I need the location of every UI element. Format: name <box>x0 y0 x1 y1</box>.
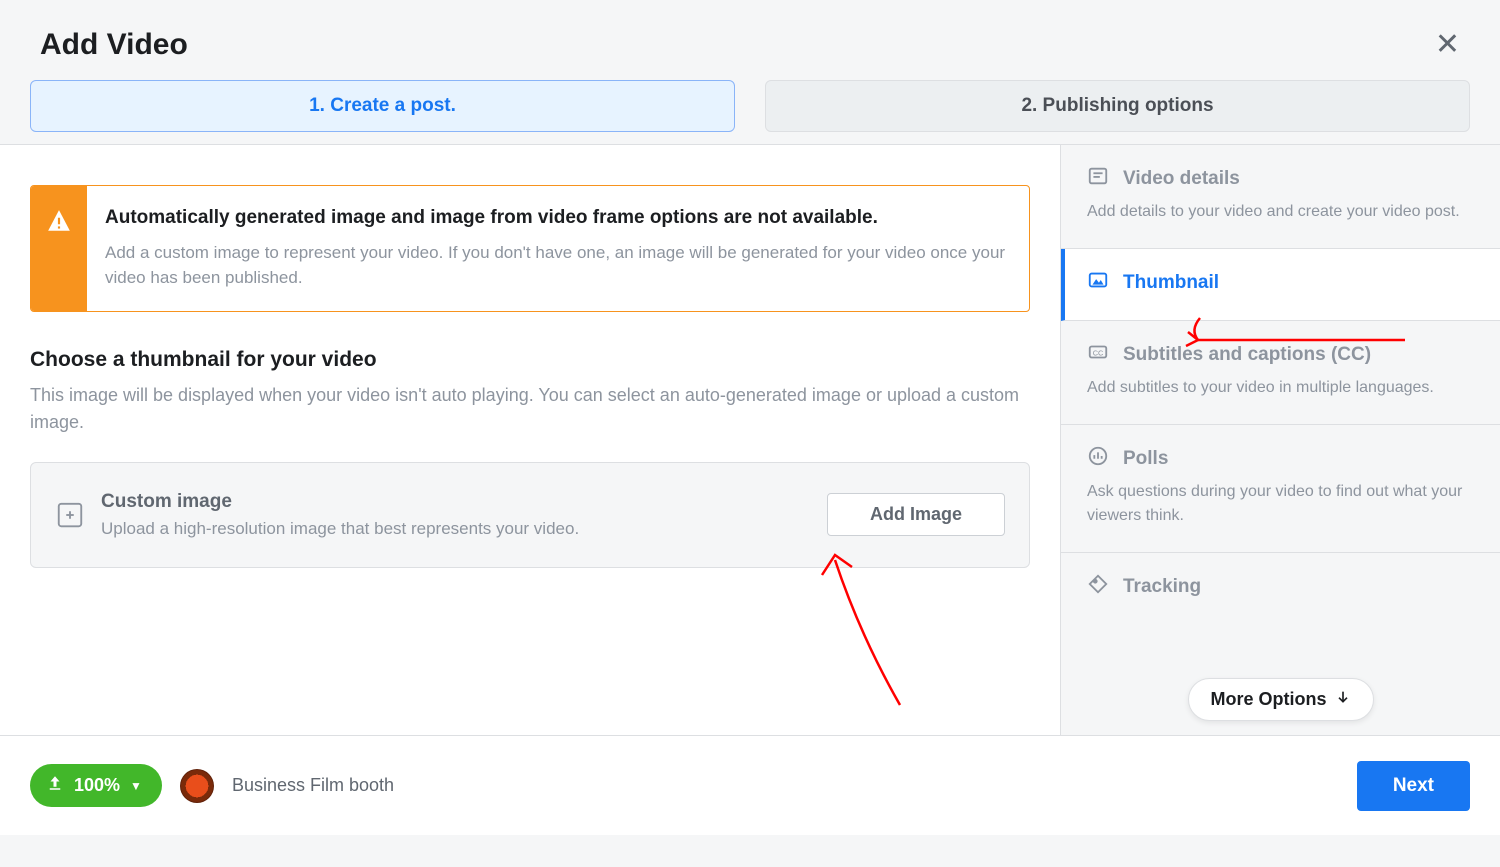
tab-publishing-options[interactable]: 2. Publishing options <box>765 80 1470 132</box>
arrow-down-icon <box>1335 689 1351 710</box>
main-column: Automatically generated image and image … <box>0 145 1060 735</box>
tab-create-post[interactable]: 1. Create a post. <box>30 80 735 132</box>
svg-text:CC: CC <box>1093 349 1104 358</box>
add-image-button[interactable]: Add Image <box>827 493 1005 536</box>
tag-icon <box>1087 573 1109 600</box>
sidebar-item-description: Ask questions during your video to find … <box>1087 480 1474 528</box>
dialog-header: Add Video ✕ <box>0 0 1500 80</box>
sidebar-item-thumbnail[interactable]: Thumbnail <box>1061 249 1500 321</box>
sidebar-item-label: Polls <box>1123 448 1168 470</box>
dialog-title: Add Video <box>40 28 188 62</box>
tab-label: 1. Create a post. <box>309 95 456 116</box>
warning-description: Add a custom image to represent your vid… <box>105 240 1007 291</box>
sidebar-item-label: Tracking <box>1123 576 1201 598</box>
custom-image-description: Upload a high-resolution image that best… <box>101 519 811 539</box>
thumbnail-section-title: Choose a thumbnail for your video <box>30 348 1030 372</box>
dialog-body: Automatically generated image and image … <box>0 145 1500 735</box>
sidebar-item-video-details[interactable]: Video details Add details to your video … <box>1061 145 1500 249</box>
caret-down-icon: ▼ <box>130 779 142 793</box>
account-avatar[interactable] <box>180 769 214 803</box>
sidebar-item-polls[interactable]: Polls Ask questions during your video to… <box>1061 425 1500 553</box>
sidebar-item-subtitles[interactable]: CC Subtitles and captions (CC) Add subti… <box>1061 321 1500 425</box>
more-options-button[interactable]: More Options <box>1188 678 1374 721</box>
upload-percent: 100% <box>74 775 120 796</box>
cc-icon: CC <box>1087 341 1109 368</box>
warning-banner: Automatically generated image and image … <box>30 185 1030 312</box>
button-label: Add Image <box>870 504 962 524</box>
poll-icon <box>1087 445 1109 472</box>
add-image-icon <box>55 500 85 530</box>
dialog-footer: 100% ▼ Business Film booth Next <box>0 735 1500 835</box>
warning-icon <box>31 186 87 311</box>
sidebar-item-label: Thumbnail <box>1123 272 1219 294</box>
upload-icon <box>46 774 64 797</box>
settings-sidebar: Video details Add details to your video … <box>1060 145 1500 735</box>
sidebar-item-description: Add details to your video and create you… <box>1087 200 1474 224</box>
close-icon[interactable]: ✕ <box>1435 30 1460 60</box>
sidebar-item-tracking[interactable]: Tracking <box>1061 553 1500 640</box>
sidebar-item-description: Add subtitles to your video in multiple … <box>1087 376 1474 400</box>
details-icon <box>1087 165 1109 192</box>
tab-label: 2. Publishing options <box>1021 95 1213 116</box>
warning-title: Automatically generated image and image … <box>105 204 1007 232</box>
custom-image-card: Custom image Upload a high-resolution im… <box>30 462 1030 568</box>
next-button[interactable]: Next <box>1357 761 1470 811</box>
sidebar-item-label: Video details <box>1123 168 1240 190</box>
image-icon <box>1087 269 1109 296</box>
custom-image-title: Custom image <box>101 491 811 513</box>
step-tabs: 1. Create a post. 2. Publishing options <box>0 80 1500 145</box>
account-name: Business Film booth <box>232 775 394 796</box>
upload-status-pill[interactable]: 100% ▼ <box>30 764 162 807</box>
thumbnail-section-description: This image will be displayed when your v… <box>30 382 1030 436</box>
button-label: More Options <box>1211 689 1327 710</box>
sidebar-item-label: Subtitles and captions (CC) <box>1123 344 1371 366</box>
button-label: Next <box>1393 775 1434 796</box>
